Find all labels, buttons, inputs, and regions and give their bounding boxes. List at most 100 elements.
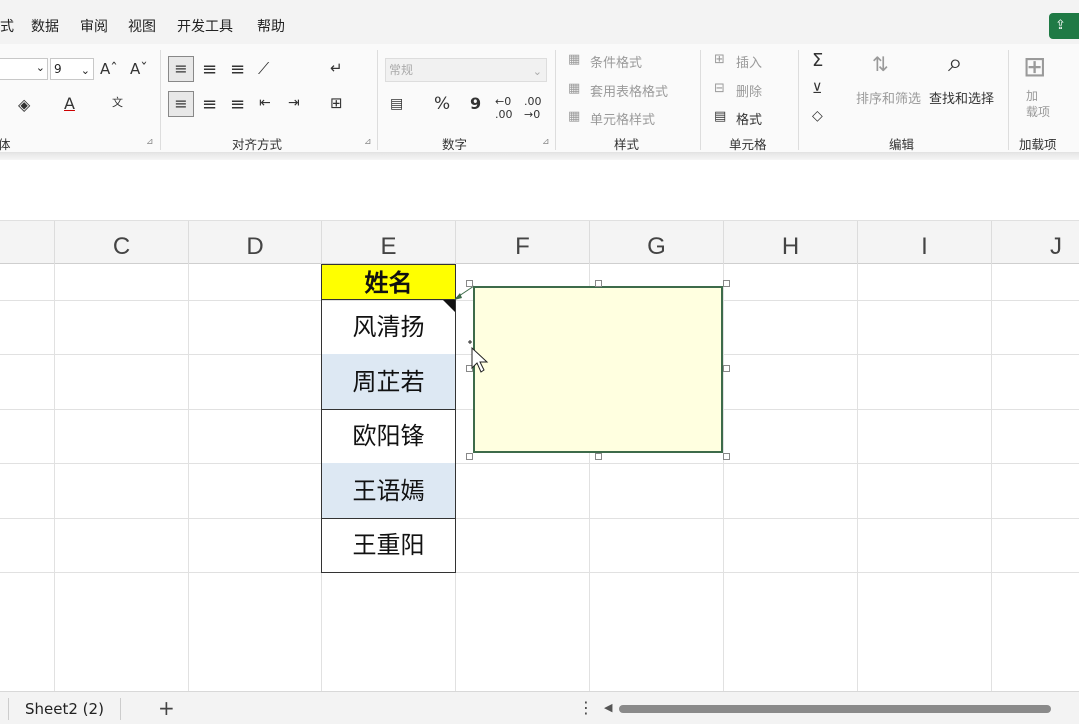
column-header-d[interactable]: D [189,221,322,265]
align-center-icon[interactable]: ≡ [202,94,217,115]
increase-decimal-icon[interactable]: ←0.00 [495,95,513,121]
percent-button[interactable]: % [434,94,450,114]
cell-styles-icon: ▦ [568,109,581,124]
font-size-dropdown[interactable]: 9 ⌄ [50,58,94,80]
table-row[interactable]: 周芷若 [321,354,456,410]
name-header-cell[interactable]: 姓名 [321,264,456,300]
grid-line [54,264,55,691]
format-as-table-button[interactable]: 套用表格格式 [590,81,668,100]
clear-icon[interactable]: ◇ [812,108,823,124]
alignment-launcher-icon[interactable]: ⊿ [364,137,372,147]
column-header-b[interactable] [0,221,55,265]
font-launcher-icon[interactable]: ⊿ [146,137,154,147]
cells-group-label: 单元格 [729,137,767,152]
comma-style-button[interactable]: 9 [470,94,481,113]
ribbon-shadow [0,153,1079,160]
font-name-dropdown[interactable]: ⌄ [0,58,48,80]
conditional-format-icon: ▦ [568,52,581,67]
phonetic-icon[interactable]: 文 [112,94,123,110]
insert-button[interactable]: 插入 [736,52,762,71]
menu-data[interactable]: 数据 [31,16,59,36]
menu-review[interactable]: 审阅 [80,16,108,36]
decrease-indent-icon[interactable]: ⇤ [259,95,271,111]
align-left-icon[interactable]: ≡ [168,91,194,117]
group-divider [377,50,378,150]
column-header-h[interactable]: H [724,221,858,265]
align-right-icon[interactable]: ≡ [230,94,245,115]
align-middle-icon[interactable]: ≡ [202,59,217,80]
chevron-down-icon: ⌄ [80,64,90,77]
alignment-group-label: 对齐方式 [232,137,283,152]
menu-view[interactable]: 视图 [128,16,156,36]
column-header-g[interactable]: G [590,221,724,265]
table-format-icon: ▦ [568,81,581,96]
increase-font-button[interactable]: Aˆ [100,60,118,78]
column-header-c[interactable]: C [55,221,189,265]
menu-formula[interactable]: 式 [0,16,14,36]
more-options-icon[interactable]: ⋮ [578,698,594,717]
chevron-down-icon: ⌄ [35,61,45,74]
conditional-format-button[interactable]: 条件格式 [590,52,642,71]
table-row[interactable]: 王重阳 [321,518,456,573]
merge-center-icon[interactable]: ⊞ [330,94,343,112]
add-sheet-button[interactable]: + [158,696,175,720]
column-header-j[interactable]: J [992,221,1079,265]
resize-handle[interactable] [595,280,602,287]
accounting-format-icon[interactable]: ▤ [390,96,403,112]
sheet-tab-active[interactable]: Sheet2 (2) [8,698,121,720]
number-format-dropdown[interactable]: 常规 ⌄ [385,58,547,82]
resize-handle[interactable] [723,453,730,460]
addins-button[interactable]: 加 载项 [1026,88,1050,120]
resize-handle[interactable] [723,280,730,287]
group-divider [700,50,701,150]
resize-handle[interactable] [466,280,473,287]
resize-handle[interactable] [466,453,473,460]
cell-styles-button[interactable]: 单元格样式 [590,109,655,128]
format-cells-icon: ▤ [714,109,727,124]
formula-area[interactable] [0,160,1079,220]
column-header-i[interactable]: I [858,221,992,265]
delete-button[interactable]: 删除 [736,81,762,100]
number-launcher-icon[interactable]: ⊿ [542,137,550,147]
grid-line [0,572,1079,573]
column-header-f[interactable]: F [456,221,590,265]
fill-icon[interactable]: ⊻ [812,81,822,97]
font-color-icon[interactable]: A [64,94,75,113]
table-row[interactable]: 欧阳锋 [321,409,456,464]
grid-line [188,264,189,691]
align-top-icon[interactable]: ≡ [168,56,194,82]
table-row[interactable]: 风清扬 [321,300,456,355]
decrease-decimal-icon[interactable]: .00 →0 [524,95,542,121]
share-icon: ⇪ [1055,18,1066,33]
menu-bar: 式 数据 审阅 视图 开发工具 帮助 ⇪ [0,0,1079,44]
group-divider [555,50,556,150]
column-header-e[interactable]: E [322,221,456,265]
format-button[interactable]: 格式 [736,109,762,128]
grid-line [0,463,1079,464]
move-cursor-icon [468,340,489,373]
sort-filter-icon: ⇅ [872,52,889,76]
menu-help[interactable]: 帮助 [257,16,285,36]
insert-icon: ⊞ [714,52,725,67]
wrap-text-icon[interactable]: ↵ [330,59,343,77]
decrease-font-button[interactable]: Aˇ [130,60,148,78]
fill-color-icon[interactable]: ◈ [18,95,30,114]
font-group-label: 体 [0,137,11,152]
resize-handle[interactable] [595,453,602,460]
horizontal-scrollbar[interactable] [619,705,1051,713]
addins-icon: ⊞ [1023,50,1047,83]
find-select-button[interactable]: 查找和选择 [929,88,994,107]
comment-note-box[interactable] [473,286,723,453]
resize-handle[interactable] [723,365,730,372]
sort-filter-button[interactable]: 排序和筛选 [856,88,921,107]
sheet-tab-bar: Sheet2 (2) + ⋮ ◀ [0,691,1079,724]
share-button[interactable]: ⇪ [1049,13,1079,39]
autosum-icon[interactable]: Σ [812,50,823,71]
align-bottom-icon[interactable]: ≡ [230,59,245,80]
editing-group-label: 编辑 [889,137,915,152]
scroll-left-icon[interactable]: ◀ [604,701,612,714]
menu-developer[interactable]: 开发工具 [177,16,233,36]
increase-indent-icon[interactable]: ⇥ [288,95,300,111]
orientation-icon[interactable]: ⟋ [258,59,269,79]
table-row[interactable]: 王语嫣 [321,463,456,519]
